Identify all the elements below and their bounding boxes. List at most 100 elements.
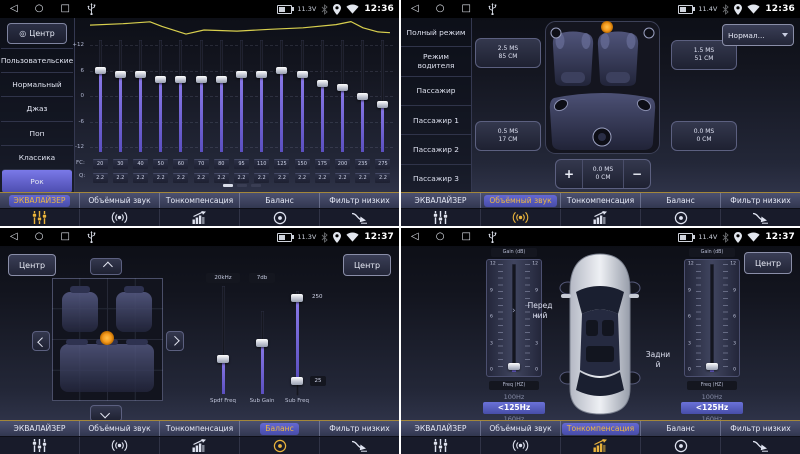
rear-gain-slider[interactable]: 121299663300 [684,259,740,377]
loudness-icon[interactable] [159,437,239,454]
eq-band-thumb[interactable] [236,71,247,78]
balance-icon[interactable] [640,209,720,226]
eq-band-thumb[interactable] [175,76,186,83]
eq-band-thumb[interactable] [357,93,368,100]
page-dash[interactable] [223,184,233,187]
tab-equalizer[interactable]: ЭКВАЛАЙЗЕР [401,193,480,208]
recents-icon[interactable]: □ [60,4,69,14]
tab-surround[interactable]: Объёмный звук [79,421,159,436]
lowpass-icon[interactable] [720,437,800,454]
tab-equalizer[interactable]: ЭКВАЛАЙЗЕР [0,421,79,436]
surround-mode-item[interactable]: Пассажир [401,76,471,105]
tab-lowpass[interactable]: Фильтр низких [319,193,399,208]
eq-band-thumb[interactable] [155,76,166,83]
fader-grid-graphic[interactable] [52,278,163,401]
recents-icon[interactable]: □ [461,4,470,14]
eq-band-thumb[interactable] [297,71,308,78]
back-icon[interactable]: ◁ [411,4,419,14]
eq-center-button[interactable]: ◎ Центр [7,23,67,44]
recents-icon[interactable]: □ [461,232,470,242]
loudness-icon[interactable] [560,209,640,226]
eq-band-slider[interactable] [272,40,292,152]
equalizer-icon[interactable] [401,437,480,454]
rear-right-delay-button[interactable]: 0.0 MS 0 CM [671,121,737,151]
tab-lowpass[interactable]: Фильтр низких [720,193,800,208]
eq-band-thumb[interactable] [276,67,287,74]
surround-icon[interactable] [480,209,560,226]
tab-lowpass[interactable]: Фильтр низких [319,421,399,436]
eq-band-thumb[interactable] [95,67,106,74]
lowpass-icon[interactable] [319,209,399,226]
balance-icon[interactable] [640,437,720,454]
surround-preset-dropdown[interactable]: Нормал... [722,24,794,46]
back-icon[interactable]: ◁ [10,232,18,242]
tab-loudness[interactable]: Тонкомпенсация [560,421,640,436]
tab-balance[interactable]: Баланс [239,193,319,208]
tab-equalizer[interactable]: ЭКВАЛАЙЗЕР [401,421,480,436]
balance-right-button[interactable] [166,331,184,351]
back-icon[interactable]: ◁ [411,232,419,242]
eq-band-thumb[interactable] [377,101,388,108]
eq-band-thumb[interactable] [115,71,126,78]
balance-icon[interactable] [239,209,319,226]
loudness-icon[interactable] [159,209,239,226]
preset-item[interactable]: Классика [1,145,73,169]
loudness-center-button[interactable]: Центр [744,252,792,274]
home-icon[interactable]: ○ [35,232,44,242]
sub-freq-max-thumb[interactable] [291,294,303,302]
tab-equalizer[interactable]: ЭКВАЛАЙЗЕР [0,193,79,208]
balance-center-right-button[interactable]: Центр [343,254,391,276]
freq-option[interactable]: <125Hz [483,402,545,414]
freq-option[interactable]: 100Hz [504,392,525,402]
eq-band-thumb[interactable] [216,76,227,83]
eq-band-thumb[interactable] [317,80,328,87]
balance-icon[interactable] [239,437,319,454]
eq-band-slider[interactable] [151,40,171,152]
eq-band-thumb[interactable] [337,84,348,91]
lowpass-icon[interactable] [319,437,399,454]
tab-loudness[interactable]: Тонкомпенсация [159,193,239,208]
freq-option[interactable]: <125Hz [681,402,743,414]
eq-band-slider[interactable] [130,40,150,152]
balance-center-left-button[interactable]: Центр [8,254,56,276]
tab-surround[interactable]: Объёмный звук [79,193,159,208]
balance-left-button[interactable] [32,331,50,351]
eq-band-slider[interactable] [373,40,393,152]
preset-item[interactable]: Нормальный [1,72,73,96]
surround-icon[interactable] [79,437,159,454]
recents-icon[interactable]: □ [60,232,69,242]
equalizer-icon[interactable] [0,209,79,226]
eq-band-slider[interactable] [110,40,130,152]
surround-mode-item[interactable]: Пассажир 2 [401,134,471,163]
eq-band-slider[interactable] [211,40,231,152]
surround-mode-item[interactable]: Пассажир 3 [401,164,471,193]
fader-up-button[interactable] [90,258,122,275]
tab-loudness[interactable]: Тонкомпенсация [560,193,640,208]
page-indicator[interactable] [90,184,393,187]
surround-mode-item[interactable]: Полный режим [401,18,471,46]
preset-item[interactable]: Пользовательские [1,48,73,72]
delay-increase-button[interactable]: + [556,160,582,188]
preset-item[interactable]: Рок [2,169,72,193]
home-icon[interactable]: ○ [436,4,445,14]
eq-band-slider[interactable] [171,40,191,152]
preset-item[interactable]: Поп [1,121,73,145]
sub-freq-min-thumb[interactable] [291,377,303,385]
surround-mode-item[interactable]: Пассажир 1 [401,105,471,134]
loudness-icon[interactable] [560,437,640,454]
rear-left-delay-button[interactable]: 0.5 MS 17 CM [475,121,541,151]
home-icon[interactable]: ○ [436,232,445,242]
tab-balance[interactable]: Баланс [239,421,319,436]
eq-band-slider[interactable] [292,40,312,152]
equalizer-icon[interactable] [0,437,79,454]
tab-loudness[interactable]: Тонкомпенсация [159,421,239,436]
freq-option[interactable]: 100Hz [702,392,723,402]
eq-band-slider[interactable] [332,40,352,152]
tab-lowpass[interactable]: Фильтр низких [720,421,800,436]
sub-gain-slider-thumb[interactable] [256,339,268,347]
eq-band-thumb[interactable] [135,71,146,78]
eq-band-thumb[interactable] [196,76,207,83]
delay-decrease-button[interactable]: − [624,160,650,188]
surround-icon[interactable] [79,209,159,226]
tab-balance[interactable]: Баланс [640,193,720,208]
